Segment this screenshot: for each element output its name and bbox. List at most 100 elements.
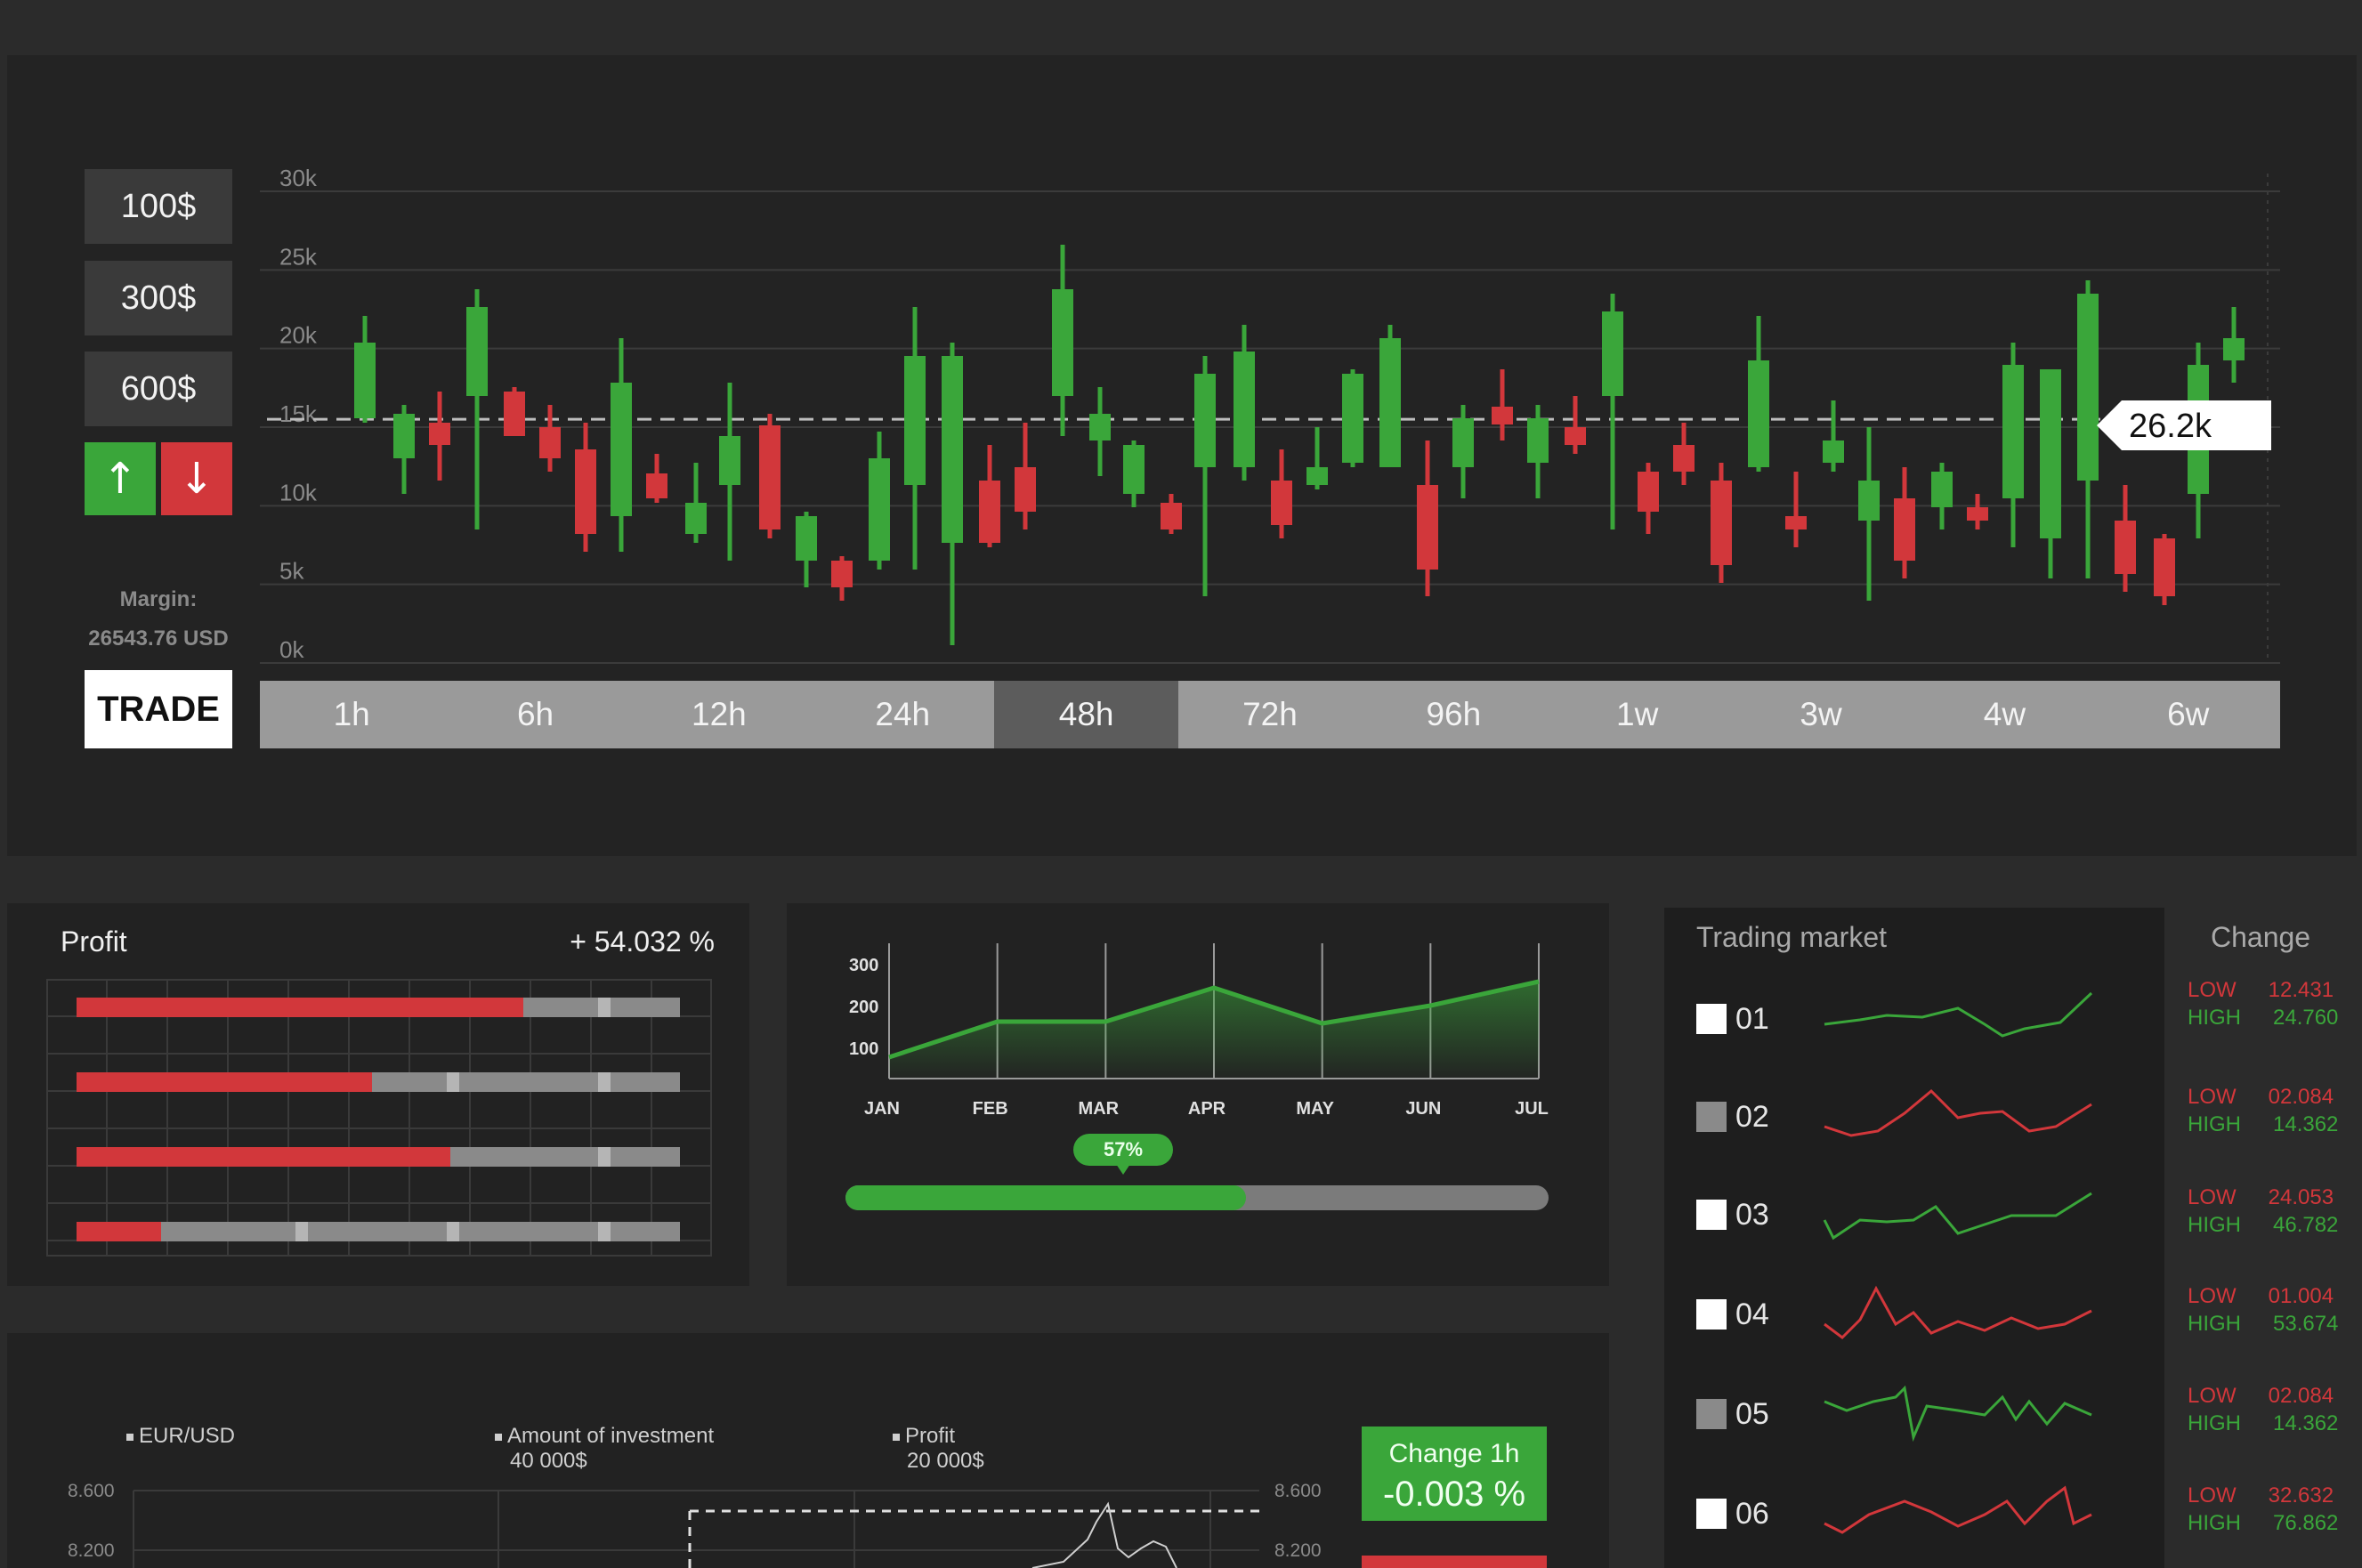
bear-candle [831,556,853,601]
market-row[interactable]: 02 [1664,1066,2164,1158]
y-tick-label: 15k [279,400,318,427]
profit-bar-3 [77,1147,680,1167]
y-tick-label: 5k [279,558,304,585]
sparkline [1823,1192,2092,1241]
bull-candle [1527,405,1549,498]
month-label: FEB [973,1099,1008,1119]
month-label: APR [1188,1099,1226,1119]
bull-candle [1452,405,1474,498]
profit-bar-4 [77,1222,680,1241]
low-value: LOW 32.632 [2188,1483,2334,1507]
low-high-values: LOW 02.084 HIGH 14.362 [2188,1083,2338,1138]
market-row[interactable]: 04 [1664,1264,2164,1355]
y-tick-label: 30k [279,165,318,191]
market-row-checkbox[interactable] [1696,1004,1727,1034]
market-row-checkbox[interactable] [1696,1399,1727,1429]
tab-48h[interactable]: 48h [994,681,1178,748]
tab-1h[interactable]: 1h [260,681,443,748]
bull-candle [1931,463,1953,529]
low-value: LOW 02.084 [2188,1384,2334,1408]
market-row[interactable]: 03 [1664,1164,2164,1256]
tab-96h[interactable]: 96h [1362,681,1545,748]
market-row-id: 03 [1735,1198,1769,1232]
area-fill [889,982,1539,1079]
high-value: HIGH 24.760 [2188,1006,2339,1030]
tab-12h[interactable]: 12h [627,681,811,748]
tab-6h[interactable]: 6h [443,681,627,748]
bear-candle [1638,463,1659,534]
bull-candle [1123,440,1145,507]
bear-candle [1271,449,1292,538]
tab-6w[interactable]: 6w [2097,681,2280,748]
y-tick-label: 0k [279,636,304,663]
month-label: JUL [1515,1099,1549,1119]
bull-candle [1089,387,1111,476]
high-value: HIGH 14.362 [2188,1411,2339,1435]
sparkline [1824,1485,2092,1534]
market-row[interactable]: 01 [1664,968,2164,1060]
market-row-checkbox[interactable] [1696,1200,1727,1230]
month-label: MAR [1079,1099,1120,1119]
y-tick-label: 20k [279,322,318,349]
bull-candle [869,432,890,570]
bull-candle [2223,307,2245,383]
tab-72h[interactable]: 72h [1178,681,1362,748]
bull-candle [1858,427,1880,601]
bull-candle [1342,369,1363,467]
y-tick-label: 10k [279,479,318,505]
bull-candle [611,338,632,552]
profit-bar-fill [77,1072,373,1092]
bear-candle [1673,423,1695,485]
legend-investment: Amount of investment [495,1424,714,1449]
legend-profit: Profit [893,1424,955,1449]
bull-candle [904,307,926,570]
bar-marker [598,998,611,1017]
bear-candle [2154,534,2175,605]
current-value-tag: 26.2k [2097,400,2271,450]
bull-candle [1306,427,1328,489]
month-label: JAN [864,1099,900,1119]
sparkline [1824,1385,2092,1443]
y-tick-label: 25k [279,243,318,270]
sparkline [1824,1088,2092,1137]
market-row[interactable]: 05 [1664,1363,2164,1455]
legend-profit-label: Profit [905,1424,956,1448]
sparkline [1824,991,2093,1038]
market-row-id: 05 [1735,1397,1769,1431]
bar-marker [295,1222,308,1241]
tab-3w[interactable]: 3w [1729,681,1913,748]
timeframe-bar: 1h 6h 12h 24h 48h 72h 96h 1w 3w 4w 6w [260,681,2280,748]
monthly-area-chart: 300 200 100 JAN FEB MAR APR MAY JUN JUL [849,943,1549,1119]
tab-1w[interactable]: 1w [1546,681,1729,748]
bull-candle [942,343,963,645]
tab-4w[interactable]: 4w [1913,681,2096,748]
bull-candle [2040,369,2061,578]
market-row-checkbox[interactable] [1696,1102,1727,1132]
bull-candle [719,383,740,561]
sparkline [1824,1285,2092,1339]
bull-candle [393,405,415,494]
legend-investment-label: Amount of investment [507,1424,715,1448]
bear-candle [1967,494,1988,529]
bull-candle [1379,325,1401,467]
market-row-checkbox[interactable] [1696,1499,1727,1529]
bull-candle [685,463,707,543]
progress-badge: 57% [1073,1134,1173,1175]
month-y-tick: 300 [849,956,878,975]
change-1h-value: -0.003 % [1382,1475,1526,1514]
market-row-id: 02 [1735,1100,1769,1134]
bull-candle [354,316,376,423]
bear-candle [575,423,596,552]
low-high-values: LOW 01.004 HIGH 53.674 [2188,1282,2338,1338]
tab-24h[interactable]: 24h [811,681,994,748]
legend-eurusd-label: EUR/USD [139,1424,236,1448]
low-high-values: LOW 12.431 HIGH 24.760 [2188,976,2338,1031]
market-row-checkbox[interactable] [1696,1299,1727,1330]
profit-bar-2 [77,1072,680,1092]
bull-candle [1052,245,1073,436]
profit-title: Profit [61,925,127,958]
profit-bar-fill [77,1147,451,1167]
bar-marker [598,1222,611,1241]
bull-candle [1194,356,1216,596]
market-row[interactable]: 06 [1664,1463,2164,1555]
